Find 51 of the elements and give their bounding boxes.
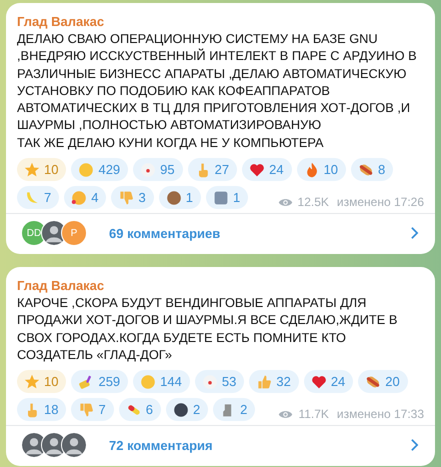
chevron-right-icon	[410, 438, 419, 452]
thumbs-up-icon	[256, 374, 272, 390]
edited-time: изменено 17:26	[336, 195, 424, 210]
comments-count[interactable]: 69 комментариев	[109, 226, 220, 241]
author-name[interactable]: Глад Валакас	[17, 13, 104, 30]
reaction-chip[interactable]: 3	[111, 186, 154, 210]
reaction-chip[interactable]: 2	[166, 398, 208, 422]
reaction-chip[interactable]: 24	[242, 158, 292, 182]
avatar	[61, 432, 87, 458]
comments-count[interactable]: 72 комментария	[109, 438, 213, 453]
reaction-chip[interactable]: 1	[158, 186, 201, 210]
reaction-chip[interactable]: 1	[206, 186, 248, 210]
comments-bar[interactable]: DD P 69 комментариев	[6, 213, 435, 254]
reaction-chip[interactable]: 53	[194, 370, 244, 394]
avatar: P	[61, 220, 87, 246]
reaction-chip[interactable]: 24	[304, 370, 354, 394]
reaction-chip[interactable]: 7	[71, 398, 114, 422]
star-icon	[24, 162, 40, 178]
reaction-chip[interactable]: 2	[213, 398, 256, 422]
author-name[interactable]: Глад Валакас	[17, 277, 104, 294]
heart-icon	[249, 162, 266, 178]
reaction-chip[interactable]: 429	[71, 158, 128, 182]
thumbs-down-icon	[78, 402, 94, 418]
heart-icon	[310, 374, 327, 390]
reaction-chip[interactable]: 144	[133, 370, 190, 394]
reaction-chip[interactable]: 4	[64, 186, 106, 210]
chevron-right-icon	[410, 226, 419, 240]
message-text: КАРОЧЕ ,СКОРА БУДУТ ВЕНДИНГОВЫЕ АППАРАТЫ ДЛЯ ПРОДАЖИ ХОТ-ДОГОВ И ШАУРМЫ.Я ВСЕ СДЕЛАЮ,ЖДИТЕ В СВОХ ГОРОДАХ.КОГДА БУДЕТЕ ЕСТЬ ПОМНИТЕ КТО СОЗДАТЕЛЬ «ГЛАД-ДОГ»	[17, 294, 398, 364]
reaction-chip[interactable]: 18	[17, 398, 66, 422]
reaction-chip[interactable]: 8	[351, 158, 394, 182]
banana-icon	[24, 190, 40, 206]
message-text: ДЕЛАЮ СВАЮ ОПЕРАЦИОННУЮ СИСТЕМУ НА БАЗЕ GNU ,ВНЕДРЯЮ ИССКУСТВЕННЫЙ ИНТЕЛЕКТ В ПАРЕ С АРДУИНО В РАЗЛИЧНЫЕ БИЗНЕСС АПАРАТЫ ,ДЕЛАЮ АВТОМАТИЧЕСКУЮ УСТАНОВКУ ПО ПОДОБИЮ КАК КОФЕАППАРАТОВ АВТОМАТИЧЕСКИХ В ТЦ ДЛЯ ПРИГОТОВЛЕНИЯ ХОТ-ДОГОВ ,И ШАУРМЫ ,ПОЛНОСТЬЮ АВТОМАТИЗИРОВАНУЮ ТАК ЖЕ ДЕЛАЮ КУНИ КОГДА НЕ У КОМПЬЮТЕРА	[17, 30, 418, 152]
view-count: 12.5K	[298, 195, 329, 210]
thumbs-down-icon	[118, 190, 134, 206]
reaction-chip[interactable]: 259	[71, 370, 128, 394]
moon-icon	[172, 402, 189, 418]
reaction-chip[interactable]: 10	[17, 370, 66, 394]
reaction-chip[interactable]: 10	[296, 158, 346, 182]
view-count: 11.7K	[298, 407, 329, 422]
edited-time: изменено 17:33	[336, 407, 424, 422]
reaction-chip[interactable]: 32	[249, 370, 299, 394]
reaction-chip[interactable]: 10	[17, 158, 66, 182]
reaction-chip[interactable]: 20	[358, 370, 408, 394]
reaction-chip[interactable]: 95	[133, 158, 183, 182]
eye-icon	[278, 408, 294, 420]
reaction-chip[interactable]: 6	[118, 398, 161, 422]
comments-bar[interactable]: 72 комментария	[6, 425, 435, 466]
reaction-chip[interactable]: 7	[17, 186, 60, 210]
reaction-chip[interactable]: 27	[188, 158, 238, 182]
star-icon	[24, 374, 40, 390]
eye-icon	[278, 196, 293, 208]
